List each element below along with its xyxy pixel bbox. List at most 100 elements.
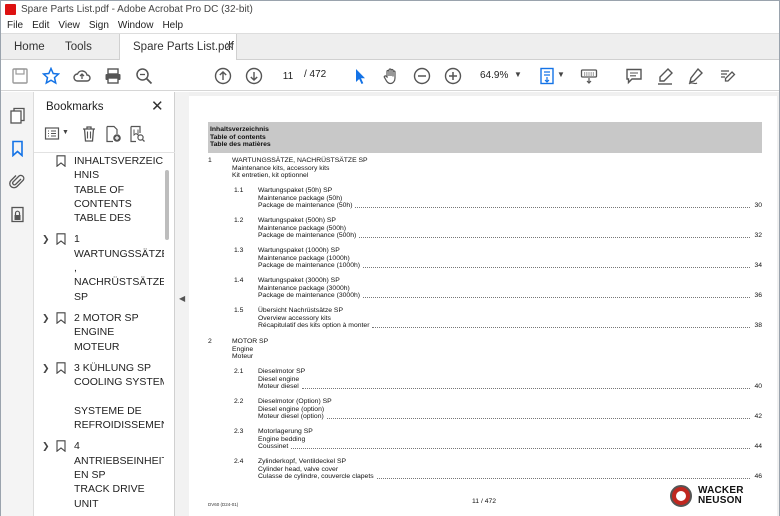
toc-section-number: 1 [208, 157, 212, 164]
menu-help[interactable]: Help [162, 20, 183, 31]
star-icon[interactable] [42, 67, 60, 85]
toc-entry-title: Dieselmotor SP [258, 368, 306, 375]
expand-chevron-icon[interactable]: ❯ [42, 311, 50, 325]
toc-entry-title: Motorlagerung SP [258, 428, 313, 435]
close-icon[interactable]: ✕ [151, 97, 164, 115]
logo-text-line: NEUSON [698, 495, 742, 506]
menu-edit[interactable]: Edit [32, 20, 49, 31]
wacker-neuson-logo: WACKER NEUSON [670, 484, 765, 510]
attachments-paperclip-icon[interactable] [9, 173, 26, 190]
bookmark-item[interactable]: ❯ 4 ANTRIEBSEINHEIT EN SP TRACK DRIVE UNIT [34, 439, 164, 510]
draw-signature-icon[interactable] [687, 67, 705, 85]
tab-tools[interactable]: Tools [65, 34, 92, 60]
bookmark-label-line: 4 [74, 440, 80, 453]
menu-sign[interactable]: Sign [89, 20, 109, 31]
search-zoom-icon[interactable] [135, 67, 153, 85]
toc-entry-number: 1.1 [234, 187, 244, 194]
toc-header-line: Table of contents [210, 133, 266, 141]
dot-leader [291, 443, 750, 449]
acrobat-window: Spare Parts List.pdf - Adobe Acrobat Pro… [0, 0, 780, 516]
acrobat-app-icon [5, 4, 16, 15]
next-page-icon[interactable] [245, 67, 263, 85]
bookmarks-panel-icon[interactable] [9, 140, 26, 158]
logo-text: WACKER NEUSON [698, 486, 744, 506]
toc-entry-page: 44 [754, 443, 762, 451]
toc-entry-title: Maintenance package (3000h) [258, 284, 350, 292]
toc-entry-number: 1.3 [234, 247, 244, 254]
fit-page-icon[interactable] [538, 67, 556, 85]
bookmark-label-line: , [74, 262, 77, 275]
bookmark-label-line: TABLE DES [74, 212, 131, 225]
toc-entry-title: Wartungspaket (1000h) SP [258, 247, 340, 254]
bookmark-label-line: INHALTSVERZEIC [74, 155, 164, 167]
toc-entry-title: Overview accessory kits [258, 314, 331, 322]
dot-leader [376, 473, 750, 479]
collapse-panel-arrow-icon[interactable]: ◀ [179, 294, 185, 303]
menu-window[interactable]: Window [118, 20, 154, 31]
toc-entry-title: Wartungspaket (50h) SP [258, 187, 333, 194]
tab-close-icon[interactable]: ✕ [225, 34, 233, 60]
expand-chevron-icon[interactable]: ❯ [42, 232, 50, 246]
menu-file[interactable]: File [7, 20, 23, 31]
select-cursor-icon[interactable] [351, 67, 369, 85]
navigation-rail [1, 92, 34, 516]
bookmark-icon [56, 312, 66, 325]
page-total: / 472 [304, 69, 327, 80]
bookmark-label-line: ENGINE [74, 326, 115, 339]
menu-view[interactable]: View [58, 20, 80, 31]
dot-leader [359, 232, 750, 238]
bookmark-icon [56, 155, 66, 168]
delete-trash-icon[interactable] [80, 125, 98, 143]
find-bookmark-icon[interactable] [128, 125, 146, 143]
panel-splitter[interactable]: ◀ [175, 92, 189, 516]
bookmark-options-chevron-icon[interactable]: ▼ [62, 129, 69, 136]
toc-entry-title: Récapitulatif des kits option à monter [258, 322, 370, 330]
bookmark-item[interactable]: ❯ 1 WARTUNGSSÄTZE, NACHRÜSTSÄTZE SP [34, 232, 164, 303]
document-view[interactable]: Inhaltsverzeichnis Table of contents Tab… [189, 92, 779, 516]
bookmark-options-icon[interactable] [44, 125, 62, 143]
zoom-out-icon[interactable] [413, 67, 431, 85]
expand-chevron-icon[interactable]: ❯ [42, 439, 50, 453]
bookmark-list: INHALTSVERZEIC HNIS TABLE OF CONTENTS TABLE … [34, 154, 164, 516]
new-bookmark-icon[interactable] [104, 125, 122, 143]
page-thumbnails-icon[interactable] [9, 107, 26, 124]
toc-entry-title: Diesel engine [258, 375, 300, 383]
toc-entry-title: Moteur diesel (option) [258, 413, 324, 421]
dot-leader [372, 322, 750, 328]
previous-page-icon[interactable] [214, 67, 232, 85]
toc-section-title: WARTUNGSSÄTZE, NACHRÜSTSÄTZE SP [232, 157, 368, 164]
toc-section-title: Engine [232, 345, 254, 353]
zoom-in-icon[interactable] [444, 67, 462, 85]
expand-chevron-icon[interactable]: ❯ [42, 361, 50, 375]
bookmark-icon [56, 233, 66, 246]
print-icon[interactable] [104, 67, 122, 85]
bookmark-label-line: CONTENTS [74, 197, 132, 210]
bookmark-item[interactable]: ❯ 3 KÜHLUNG SP COOLING SYSTEM SYSTEME DE REF… [34, 361, 164, 432]
keyboard-icon[interactable] [580, 67, 598, 85]
toc-section-title: Kit entretien, kit optionnel [232, 172, 309, 180]
bookmarks-scrollbar[interactable] [164, 156, 170, 512]
bookmark-icon [56, 362, 66, 375]
toc-entry-title: Maintenance package (500h) [258, 224, 347, 232]
bookmarks-scrollbar-thumb[interactable] [165, 170, 169, 240]
toc-section-title: MOTOR SP [232, 338, 269, 345]
hand-tool-icon[interactable] [382, 67, 400, 85]
toc-entry-title: Package de maintenance (50h) [258, 202, 353, 210]
toc-section-title: Moteur [232, 353, 254, 361]
highlight-pen-icon[interactable] [656, 67, 674, 85]
cloud-upload-icon[interactable] [73, 67, 91, 85]
bookmark-label-line: SYSTEME DE [74, 404, 142, 417]
toc-entry-number: 1.4 [234, 277, 244, 284]
page-number-input[interactable]: 11 [275, 67, 301, 84]
tab-home[interactable]: Home [14, 34, 45, 60]
fill-sign-icon[interactable] [718, 67, 736, 85]
fit-dropdown-chevron-icon[interactable]: ▼ [557, 70, 565, 79]
bookmark-item[interactable]: INHALTSVERZEIC HNIS TABLE OF CONTENTS TABLE … [34, 154, 164, 225]
footer-code: DV60 (D24-01) [208, 502, 239, 507]
save-icon[interactable] [11, 67, 29, 85]
tab-document[interactable]: Spare Parts List.pdf ✕ [119, 34, 237, 61]
comment-icon[interactable] [625, 67, 643, 85]
security-lock-icon[interactable] [9, 206, 26, 223]
bookmark-item[interactable]: ❯ 2 MOTOR SP ENGINE MOTEUR [34, 311, 164, 354]
zoom-dropdown-chevron-icon[interactable]: ▼ [514, 70, 522, 79]
